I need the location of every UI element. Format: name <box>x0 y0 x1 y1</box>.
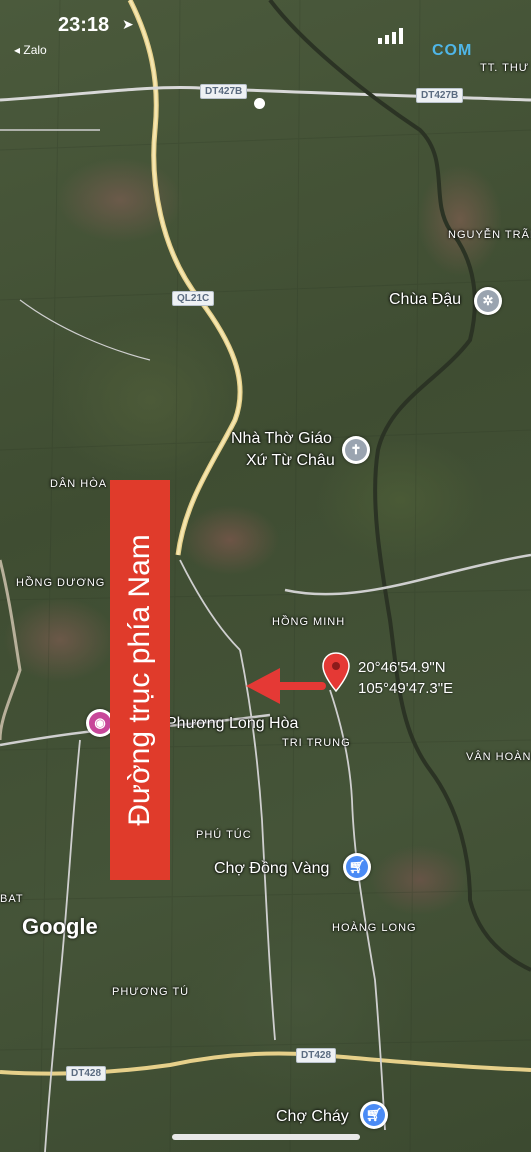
road-shield-ql21c: QL21C <box>172 291 215 306</box>
place-label: HỒNG MINH <box>272 616 346 628</box>
location-arrow-icon: ➤ <box>122 16 134 32</box>
place-label: TRI TRUNG <box>282 737 351 749</box>
poi-label[interactable]: Chợ Cháy <box>276 1108 349 1126</box>
signal-icon <box>378 28 404 44</box>
place-label: PHƯƠNG TÚ <box>112 986 190 998</box>
place-label: TT. THƯ <box>480 62 530 74</box>
road-shield-dt428: DT428 <box>66 1066 107 1081</box>
poi-label[interactable]: Chùa Đậu <box>389 291 461 309</box>
poi-label[interactable]: Chợ Đồng Vàng <box>214 860 329 878</box>
poi-label[interactable]: Phương Long Hòa <box>166 715 298 733</box>
watermark: COM <box>432 42 473 59</box>
map-dot-marker <box>254 98 265 109</box>
pin-coordinates: 20°46'54.9"N 105°49'47.3"E <box>358 657 453 699</box>
poi-label[interactable]: Xứ Từ Châu <box>246 452 335 470</box>
road-shield-dt428: DT428 <box>296 1048 337 1063</box>
back-to-zalo-link[interactable]: ◂ Zalo <box>14 43 47 57</box>
shopping-cart-icon[interactable]: 🛒︎ <box>360 1101 388 1129</box>
shopping-cart-icon[interactable]: 🛒︎ <box>343 853 371 881</box>
pin-latitude: 20°46'54.9"N <box>358 659 446 676</box>
status-time: 23:18 <box>58 14 110 36</box>
google-logo: Google <box>22 914 98 939</box>
place-label: HOÀNG LONG <box>332 922 417 934</box>
road-shield-dt427b: DT427B <box>416 88 464 103</box>
road-shield-dt427b: DT427B <box>200 84 248 99</box>
place-label: HỒNG DƯƠNG <box>16 577 106 589</box>
home-indicator[interactable] <box>172 1134 360 1140</box>
place-label: PHÚ TÚC <box>196 829 252 841</box>
satellite-map[interactable]: 23:18 ◂ Zalo ➤ COM DT427B DT427B QL21C D… <box>0 0 531 1152</box>
temple-icon[interactable]: ✲ <box>474 287 502 315</box>
pin-longitude: 105°49'47.3"E <box>358 680 454 697</box>
place-label: DÂN HÒA <box>50 478 108 490</box>
banner-text: Đường trục phía Nam <box>123 534 156 826</box>
poi-label[interactable]: Nhà Thờ Giáo <box>231 430 332 448</box>
church-icon[interactable]: ✝ <box>342 436 370 464</box>
location-pin-icon[interactable] <box>322 652 350 693</box>
place-label: VÂN HOÀN <box>466 751 531 763</box>
road-banner: Đường trục phía Nam <box>110 480 170 880</box>
road-network <box>0 0 531 1152</box>
place-label: BAT <box>0 893 24 905</box>
place-label: NGUYỄN TRÃI <box>448 229 531 241</box>
